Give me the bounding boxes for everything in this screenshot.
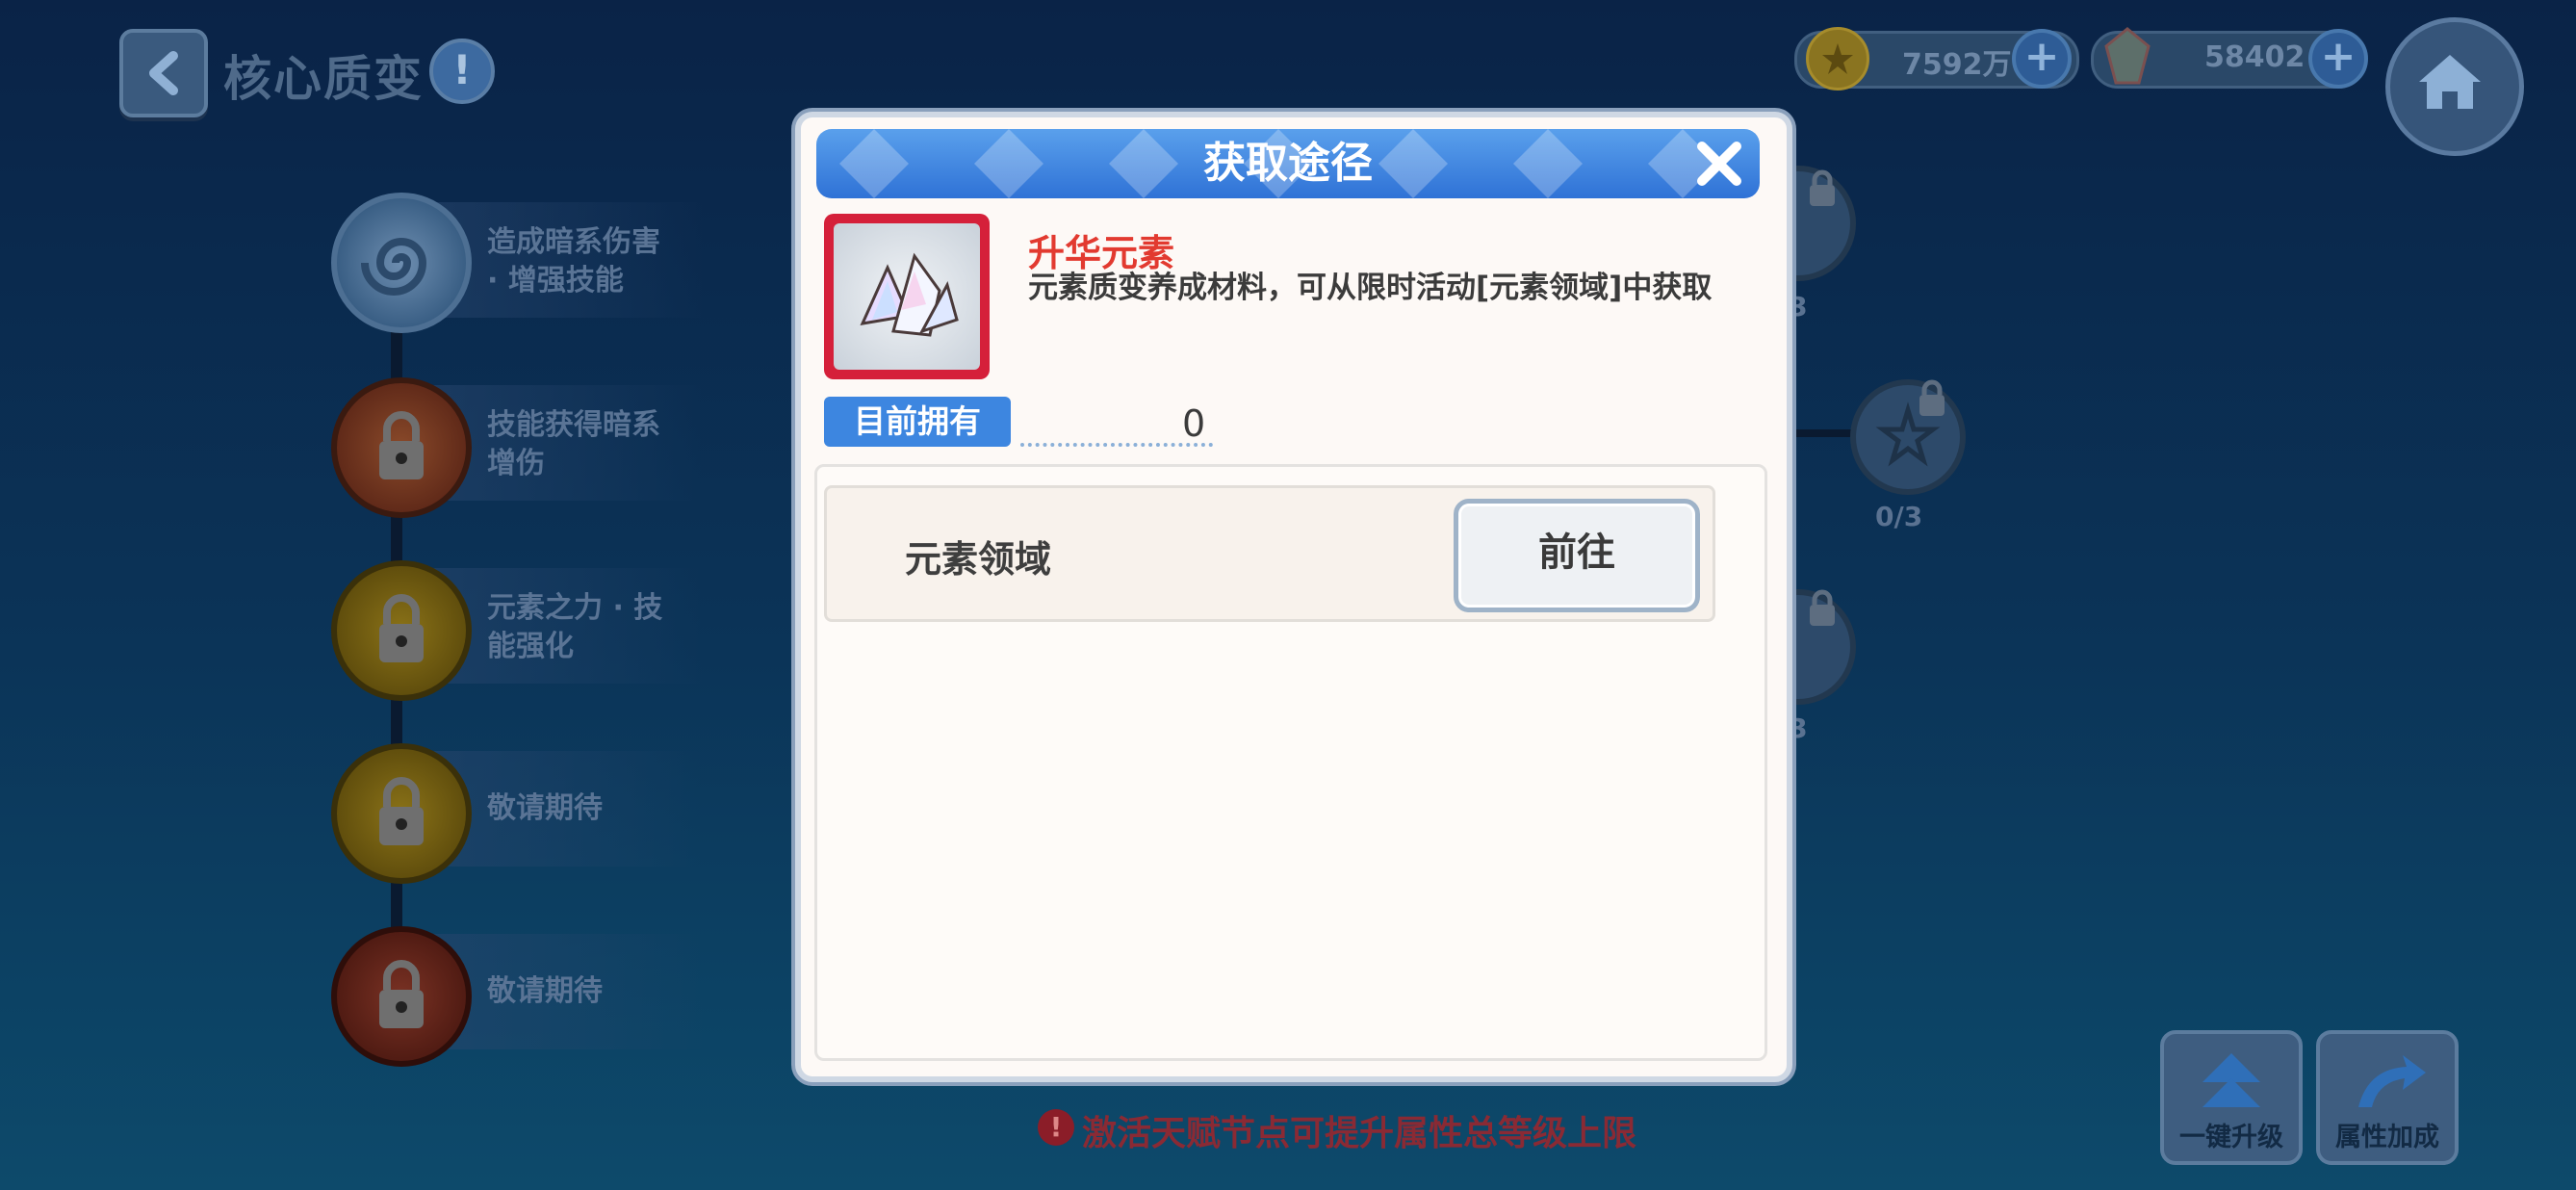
dialog-title: 获取途径 (1203, 139, 1373, 188)
lock-icon (1806, 589, 1839, 628)
warning-icon: ! (1038, 1109, 1074, 1146)
gold-amount: 7592万 (1902, 48, 2012, 82)
go-button-label[interactable]: 前往 (1454, 499, 1700, 612)
close-button[interactable] (1690, 135, 1748, 193)
info-icon[interactable]: ! (429, 39, 495, 104)
talent-label-2: 技能获得暗系 增伤 (487, 408, 660, 480)
lock-icon (379, 777, 424, 845)
lock-icon (379, 411, 424, 479)
item-description: 元素质变养成材料，可从限时活动[元素领域]中获取 (1028, 271, 1713, 305)
item-icon (834, 223, 980, 370)
page-title: 核心质变 (223, 51, 424, 107)
talent-label-5: 敬请期待 (487, 974, 603, 1008)
talent-node-2[interactable] (331, 377, 472, 518)
back-button[interactable] (119, 29, 208, 117)
talent-node-4[interactable] (331, 743, 472, 884)
upgrade-all-button[interactable]: 一键升级 (2160, 1030, 2303, 1165)
add-gold-button[interactable]: + (2012, 29, 2072, 89)
talent-label-4: 敬请期待 (487, 791, 603, 825)
chevron-left-icon (149, 51, 178, 95)
talent-node-1[interactable] (331, 193, 472, 333)
home-button[interactable] (2385, 17, 2524, 156)
talent-label-1: 造成暗系伤害 · 增强技能 (487, 225, 660, 298)
coin-icon (1806, 27, 1869, 91)
right-node-2[interactable] (1850, 379, 1966, 495)
talent-node-5[interactable] (331, 926, 472, 1067)
lock-icon (379, 960, 424, 1028)
bottom-tip: 激活天赋节点可提升属性总等级上限 (1082, 1114, 1637, 1153)
right-node-2-count: 0/3 (1875, 501, 1923, 532)
owned-label: 目前拥有 (824, 397, 1011, 447)
owned-count: 0 (1182, 402, 1206, 445)
spiral-icon (361, 238, 427, 296)
talent-node-3[interactable] (331, 560, 472, 701)
item-name: 升华元素 (1028, 232, 1175, 274)
attribute-bonus-button[interactable]: 属性加成 (2316, 1030, 2459, 1165)
lock-icon (1916, 379, 1948, 418)
crystal-icon (860, 252, 959, 337)
close-icon (1697, 142, 1741, 186)
home-icon (2419, 55, 2481, 109)
talent-label-3: 元素之力 · 技能强化 (487, 591, 663, 663)
lock-icon (1806, 169, 1839, 208)
source-name: 元素领域 (905, 538, 1052, 581)
gem-icon (2100, 25, 2154, 89)
gem-amount: 58402 (2204, 40, 2306, 74)
lock-icon (379, 594, 424, 662)
add-gem-button[interactable]: + (2308, 29, 2368, 89)
